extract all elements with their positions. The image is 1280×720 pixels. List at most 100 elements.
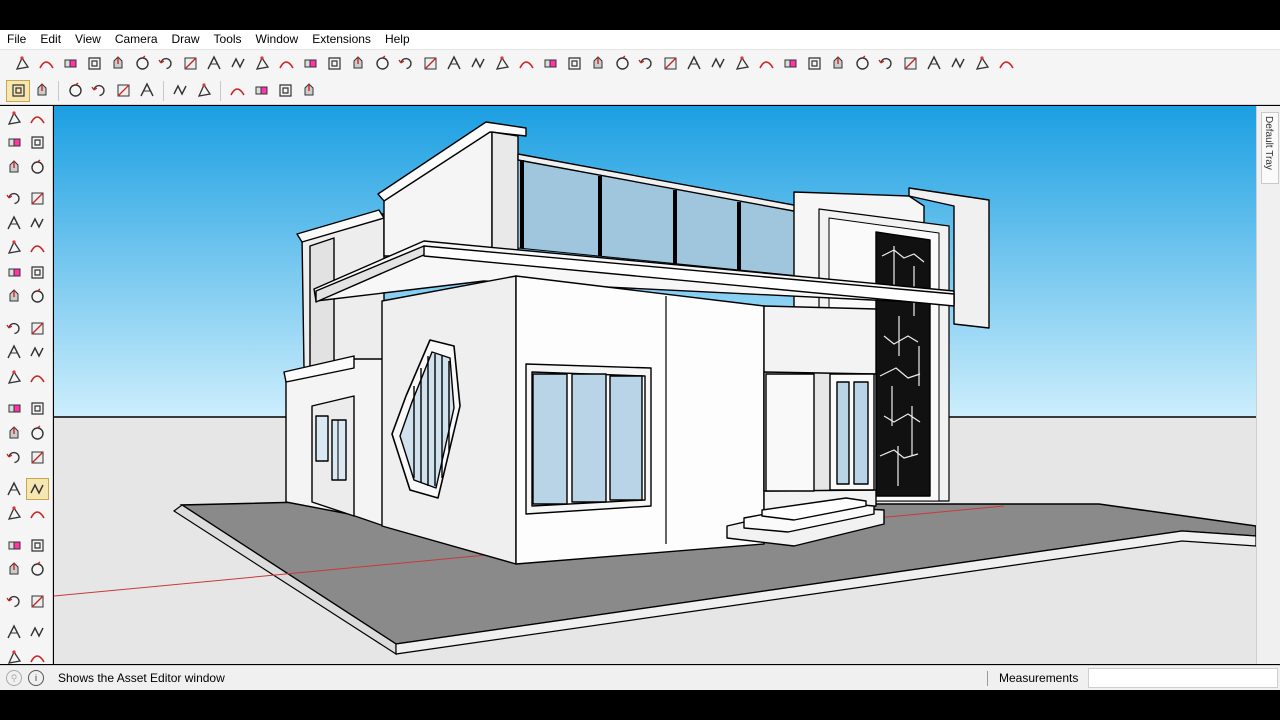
arc-tool-icon[interactable] [3,261,26,283]
pan-icon[interactable] [87,80,111,102]
door-tool-icon[interactable] [826,53,850,75]
curve-icon[interactable] [346,53,370,75]
line-icon[interactable] [322,53,346,75]
zoom-nav-icon[interactable] [3,503,26,525]
3d-text-icon[interactable] [26,447,49,469]
orbit-nav-icon[interactable] [3,478,26,500]
freehand-icon[interactable] [26,188,49,210]
extrude-icon[interactable] [538,53,562,75]
shape-bones-icon[interactable] [202,53,226,75]
split-icon[interactable] [610,53,634,75]
line-tool-icon[interactable] [3,188,26,210]
rotate-tool-icon[interactable] [3,342,26,364]
zoom-icon[interactable] [111,80,135,102]
side-view-icon[interactable] [273,80,297,102]
tools-on-surface-icon[interactable] [562,53,586,75]
twist-icon[interactable] [946,53,970,75]
polygon-icon[interactable] [26,237,49,259]
follow-me-icon[interactable] [130,53,154,75]
previous-view-icon[interactable] [26,534,49,556]
wall-icon[interactable] [778,53,802,75]
fillet-icon[interactable] [274,53,298,75]
three-point-arc-icon[interactable] [26,286,49,308]
array-icon[interactable] [682,53,706,75]
menu-camera[interactable]: Camera [108,30,165,49]
fence-icon[interactable] [850,53,874,75]
profile-builder-icon[interactable] [586,53,610,75]
rectangle-icon[interactable] [3,212,26,234]
push-pull-icon[interactable] [106,53,130,75]
menu-file[interactable]: File [0,30,33,49]
soap-skin-icon[interactable] [226,53,250,75]
menu-draw[interactable]: Draw [165,30,207,49]
sandbox-icon[interactable] [3,622,26,644]
section-display-icon[interactable] [192,80,216,102]
smoove-icon[interactable] [26,622,49,644]
look-around-icon[interactable] [26,559,49,581]
select-icon[interactable] [3,107,26,129]
orbit-tool-icon[interactable] [26,107,49,129]
circle-icon[interactable] [3,237,26,259]
paint-bucket-icon[interactable] [3,132,26,154]
section-tool-icon[interactable] [26,590,49,612]
axes-icon[interactable] [3,447,26,469]
text-icon[interactable] [26,422,49,444]
dimension-icon[interactable] [994,53,1018,75]
component-icon[interactable] [3,156,26,178]
geolocation-icon[interactable]: ⚲ [6,670,22,686]
zoom-window-icon[interactable] [26,503,49,525]
protractor-icon[interactable] [3,422,26,444]
cleanup-icon[interactable] [874,53,898,75]
rotated-rectangle-icon[interactable] [26,212,49,234]
offset-tool-icon[interactable] [26,366,49,388]
eraser-icon[interactable] [58,53,82,75]
default-tray-tab[interactable]: Default Tray [1261,112,1279,184]
vertex-tools-icon[interactable] [490,53,514,75]
fredo-scale-icon[interactable] [250,53,274,75]
front-view-icon[interactable] [249,80,273,102]
menu-window[interactable]: Window [249,30,306,49]
subdivide-icon[interactable] [658,53,682,75]
path-copy-icon[interactable] [706,53,730,75]
pencil-icon[interactable] [26,156,49,178]
asset-editor-icon[interactable] [6,79,30,102]
pan-nav-icon[interactable] [26,478,49,501]
stair-icon[interactable] [730,53,754,75]
zoom-extents-icon[interactable] [3,534,26,556]
dimension-tool-icon[interactable] [26,398,49,420]
curviloft-icon[interactable] [514,53,538,75]
arc-icon[interactable] [34,53,58,75]
lock-view-icon[interactable] [297,80,321,102]
roof-icon[interactable] [754,53,778,75]
sweep-icon[interactable] [898,53,922,75]
two-point-arc-icon[interactable] [26,261,49,283]
walk-icon[interactable] [3,590,26,612]
info-icon[interactable]: i [28,670,44,686]
round-corner-icon[interactable] [394,53,418,75]
hatch-icon[interactable] [970,53,994,75]
menu-view[interactable]: View [68,30,108,49]
rotate-icon[interactable] [154,53,178,75]
chamfer-icon[interactable] [298,53,322,75]
follow-me-tool-icon[interactable] [26,342,49,364]
flowify-icon[interactable] [442,53,466,75]
top-view-icon[interactable] [225,80,249,102]
rotate-view-icon[interactable] [135,80,159,102]
weld-icon[interactable] [634,53,658,75]
section-plane-icon[interactable] [168,80,192,102]
component-options-icon[interactable] [30,80,54,102]
bezier-icon[interactable] [418,53,442,75]
menu-extensions[interactable]: Extensions [305,30,378,49]
position-camera-icon[interactable] [3,559,26,581]
menu-edit[interactable]: Edit [33,30,68,49]
measurements-input[interactable] [1088,668,1278,688]
push-pull-tool-icon[interactable] [26,317,49,339]
eraser-tool-icon[interactable] [26,132,49,154]
menu-tools[interactable]: Tools [207,30,249,49]
window-tool-icon[interactable] [802,53,826,75]
orbit-icon[interactable] [63,80,87,102]
move-icon[interactable] [10,53,34,75]
offset-icon[interactable] [82,53,106,75]
model-viewport[interactable] [54,106,1256,664]
scale-icon[interactable] [178,53,202,75]
